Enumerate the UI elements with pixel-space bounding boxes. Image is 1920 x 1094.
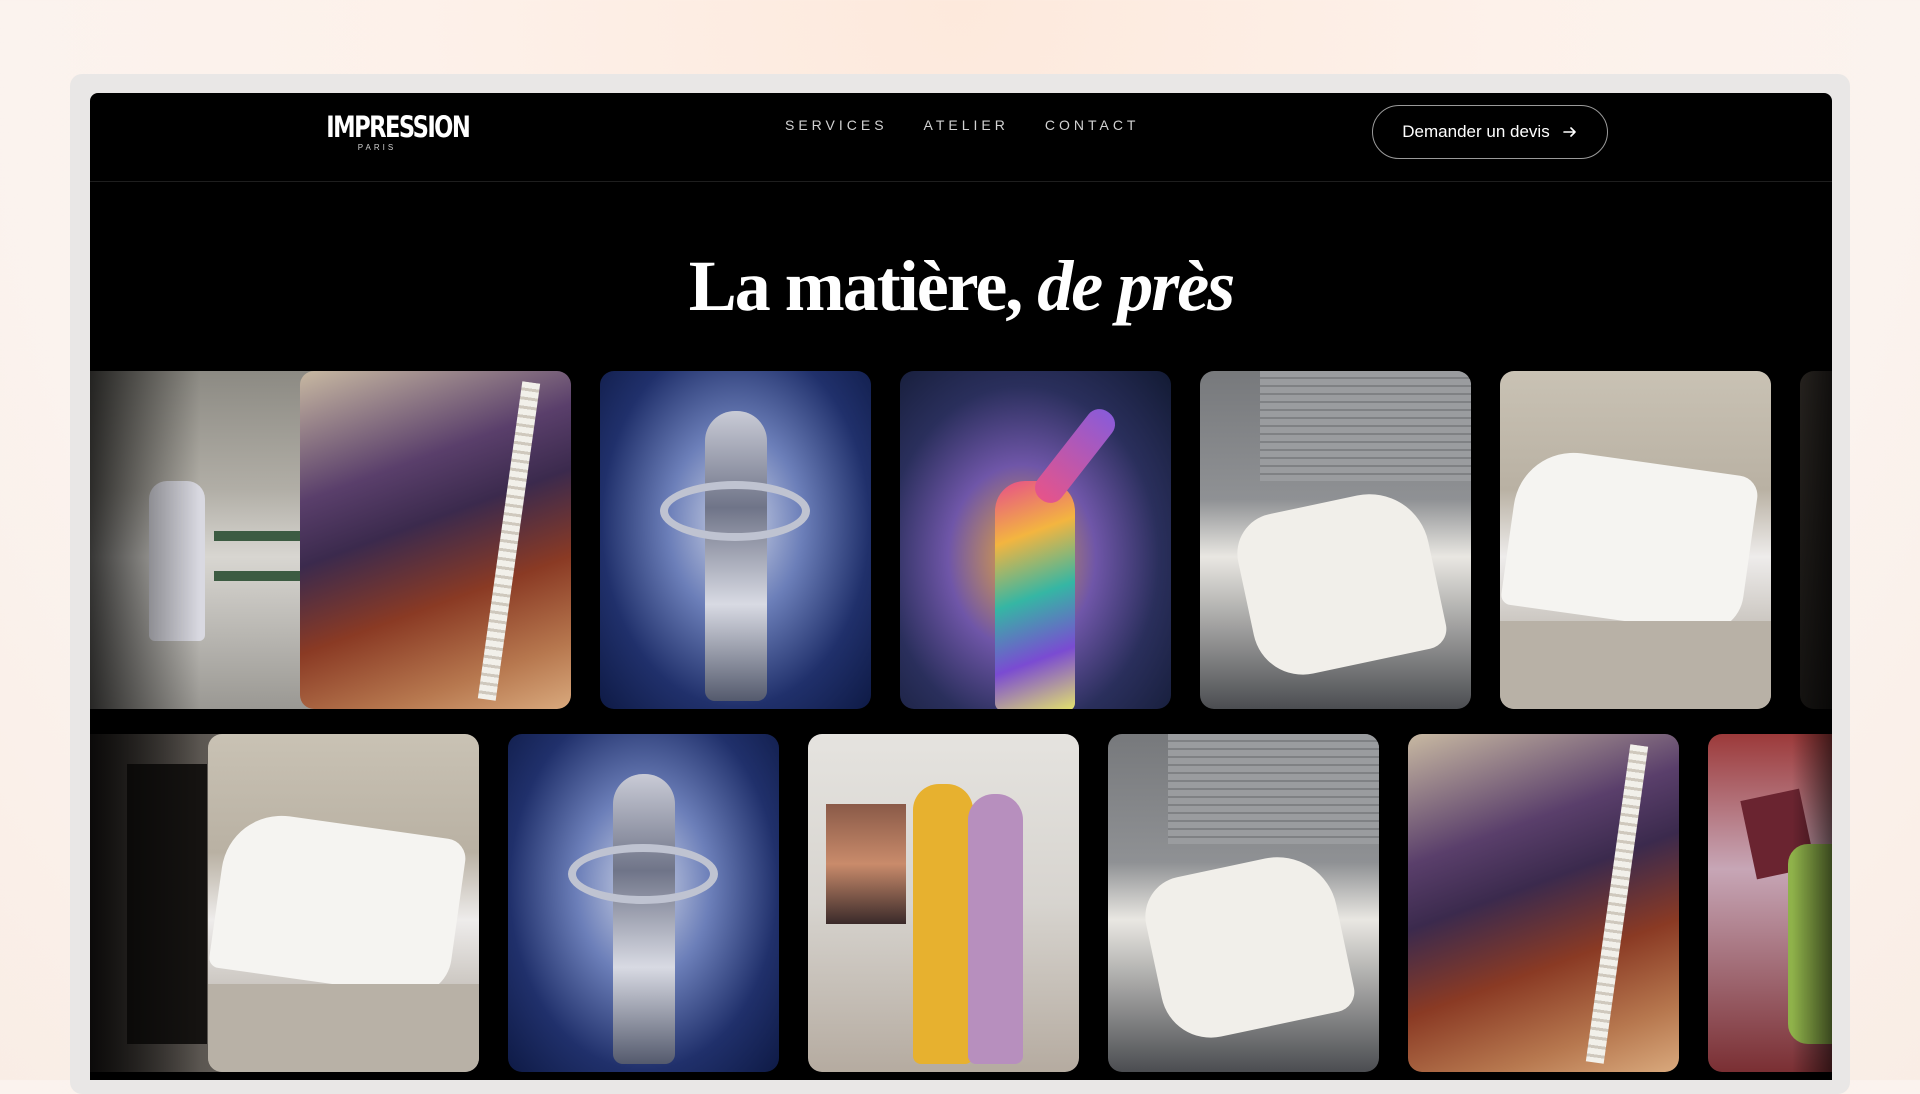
- fabric-photo[interactable]: [1408, 734, 1679, 1072]
- request-quote-label: Demander un devis: [1402, 122, 1550, 141]
- art-photo[interactable]: [808, 734, 1079, 1072]
- arrow-right-icon: [1562, 127, 1576, 137]
- brand-name: IMPRESSION: [326, 110, 470, 144]
- stage-photo[interactable]: [508, 734, 779, 1072]
- nav-link-contact[interactable]: CONTACT: [1045, 117, 1140, 133]
- nav-link-services[interactable]: SERVICES: [785, 117, 888, 133]
- statue-photo[interactable]: [208, 734, 479, 1072]
- scooter-photo[interactable]: [1108, 734, 1379, 1072]
- hero-title-italic: de près: [1037, 246, 1235, 327]
- statue-photo[interactable]: [1500, 371, 1771, 709]
- gallery-row-bottom: [90, 734, 1832, 1074]
- hero-title-regular: La matière,: [688, 246, 1024, 327]
- stage-photo[interactable]: [600, 371, 871, 709]
- scooter-photo[interactable]: [1200, 371, 1471, 709]
- dark-photo[interactable]: [1800, 371, 1832, 709]
- page-viewport: IMPRESSION PARIS SERVICES ATELIER CONTAC…: [90, 93, 1832, 1080]
- cards-photo[interactable]: [1708, 734, 1832, 1072]
- brand-city: PARIS: [357, 143, 397, 152]
- hero-title: La matière, de près: [90, 245, 1832, 328]
- nav-link-atelier[interactable]: ATELIER: [924, 117, 1009, 133]
- request-quote-button[interactable]: Demander un devis: [1372, 105, 1608, 159]
- fabric-photo[interactable]: [300, 371, 571, 709]
- singer-photo[interactable]: [900, 371, 1171, 709]
- gallery-row-top: [90, 371, 1832, 711]
- brand-logo[interactable]: IMPRESSION PARIS: [312, 110, 470, 152]
- main-menu: SERVICES ATELIER CONTACT: [785, 117, 1139, 133]
- top-navigation: IMPRESSION PARIS SERVICES ATELIER CONTAC…: [90, 93, 1832, 182]
